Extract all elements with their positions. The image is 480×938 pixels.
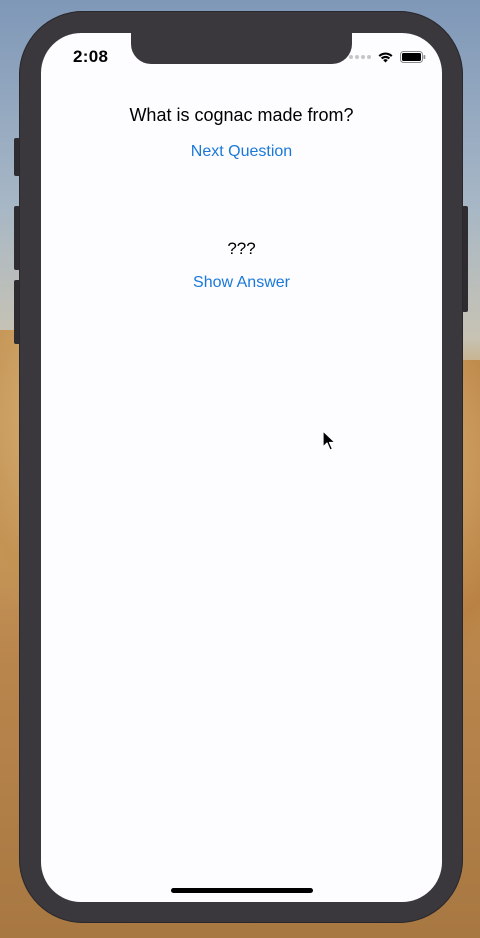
signal-icon xyxy=(349,55,371,59)
answer-label: ??? xyxy=(227,239,256,258)
battery-icon xyxy=(400,51,426,63)
status-icons xyxy=(349,51,426,63)
phone-screen: 2:08 What is cognac made from? Next Ques… xyxy=(41,33,442,902)
next-question-button[interactable]: Next Question xyxy=(41,143,442,161)
notch xyxy=(131,33,352,64)
wifi-icon xyxy=(378,52,393,63)
show-answer-button[interactable]: Show Answer xyxy=(41,274,442,292)
home-indicator[interactable] xyxy=(171,888,313,893)
cursor-icon xyxy=(322,430,336,451)
question-label: What is cognac made from? xyxy=(129,105,354,125)
status-time: 2:08 xyxy=(73,47,109,66)
